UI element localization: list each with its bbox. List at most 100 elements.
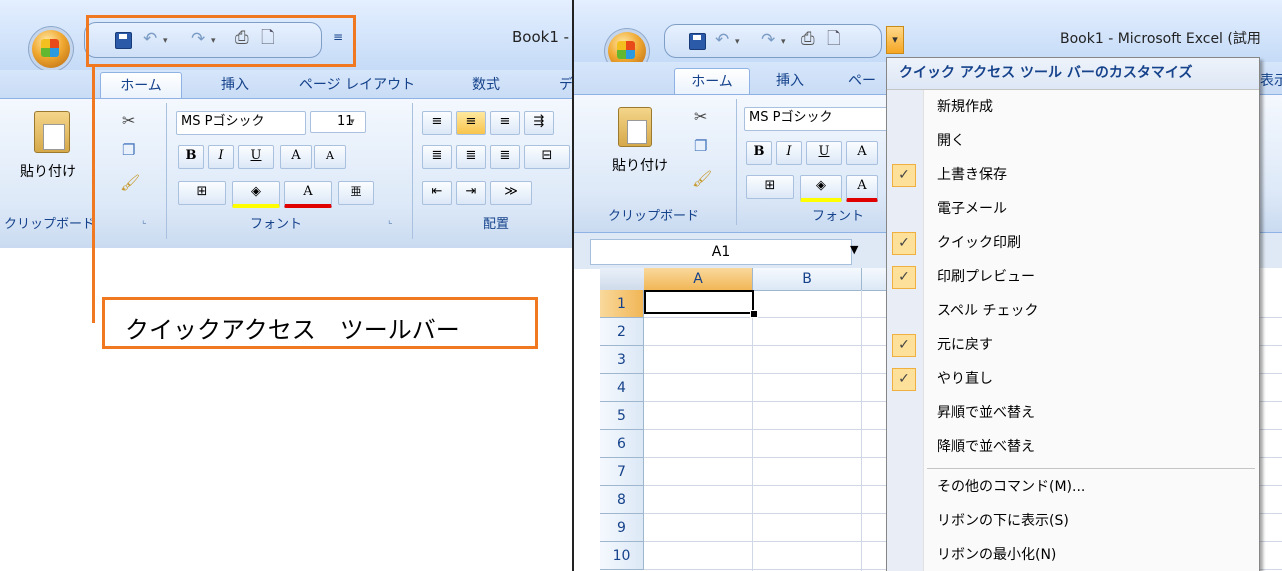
row-header-7[interactable]: 7	[600, 458, 644, 486]
print-preview-icon[interactable]: 🗋	[827, 29, 841, 49]
left-merge-button[interactable]: ⊟	[524, 145, 570, 169]
right-window-title: Book1 - Microsoft Excel (試用	[1060, 31, 1261, 47]
left-decrease-indent-button[interactable]: ⇤	[422, 181, 452, 205]
left-window-title: Book1 -	[512, 28, 570, 46]
right-fill-color-button[interactable]: ◈	[800, 175, 842, 202]
menu-item[interactable]: ✓ 印刷プレビュー	[887, 262, 1259, 292]
menu-item[interactable]: リボンの下に表示(S)	[887, 506, 1259, 536]
left-align-left-button[interactable]: ≣	[422, 145, 452, 169]
column-header-b[interactable]: B	[753, 268, 862, 291]
left-font-size-dropdown-icon[interactable]: ▾	[350, 117, 355, 127]
name-box-dropdown-icon[interactable]: ▼	[850, 243, 858, 256]
menu-item[interactable]: 降順で並べ替え	[887, 432, 1259, 462]
select-all-corner[interactable]	[600, 268, 645, 291]
left-align-middle-button[interactable]: ≡	[456, 111, 486, 135]
undo-dropdown-icon[interactable]: ▾	[735, 37, 740, 47]
left-align-right-button[interactable]: ≣	[490, 145, 520, 169]
menu-item[interactable]: 電子メール	[887, 194, 1259, 224]
undo-icon[interactable]: ↶	[715, 30, 729, 50]
menu-title: クイック アクセス ツール バーのカスタマイズ	[887, 58, 1259, 90]
right-bold-button[interactable]: B	[746, 141, 772, 165]
right-border-button[interactable]: ⊞	[746, 175, 794, 199]
left-grow-font-button[interactable]: A	[280, 145, 312, 169]
menu-item[interactable]: ✓ やり直し	[887, 364, 1259, 394]
left-font-size-select[interactable]: 11	[310, 111, 366, 133]
row-header-6[interactable]: 6	[600, 430, 644, 458]
left-tab-page-layout[interactable]: ページ レイアウト	[292, 72, 422, 98]
right-format-painter-icon[interactable]: 🖌	[692, 169, 712, 188]
left-paste-label[interactable]: 貼り付け	[20, 161, 76, 181]
active-cell-a1[interactable]	[644, 290, 754, 314]
left-phonetic-button[interactable]: 亜	[338, 181, 374, 205]
menu-item[interactable]: ✓ 上書き保存	[887, 160, 1259, 190]
left-underline-button[interactable]: U	[238, 145, 274, 169]
right-underline-button[interactable]: U	[806, 141, 842, 165]
row-header-9[interactable]: 9	[600, 514, 644, 542]
right-copy-icon[interactable]: ❐	[694, 137, 707, 155]
redo-dropdown-icon[interactable]: ▾	[781, 37, 786, 47]
redo-icon[interactable]: ↷	[761, 30, 775, 50]
menu-item[interactable]: 昇順で並べ替え	[887, 398, 1259, 428]
left-bold-button[interactable]: B	[178, 145, 204, 169]
row-header-5[interactable]: 5	[600, 402, 644, 430]
left-tab-home[interactable]: ホーム	[100, 72, 182, 99]
column-header-a[interactable]: A	[644, 268, 753, 291]
left-font-launcher-icon[interactable]: ⌞	[388, 215, 393, 226]
name-box[interactable]: A1	[590, 239, 852, 265]
left-shrink-font-button[interactable]: A	[314, 145, 346, 169]
right-font-name-select[interactable]: MS Pゴシック	[744, 107, 890, 131]
left-font-color-button[interactable]: A	[284, 181, 332, 208]
right-tab-page-layout[interactable]: ペー	[842, 68, 882, 94]
left-clipboard-launcher-icon[interactable]: ⌞	[142, 215, 147, 226]
left-paste-icon[interactable]	[34, 111, 70, 153]
menu-item[interactable]: ✓ 元に戻す	[887, 330, 1259, 360]
menu-item[interactable]: 新規作成	[887, 92, 1259, 122]
office-logo-icon	[617, 41, 635, 59]
row-header-4[interactable]: 4	[600, 374, 644, 402]
left-orientation-button[interactable]: ≫	[490, 181, 532, 205]
left-group-clipboard: クリップボード	[4, 217, 96, 232]
right-grow-font-button[interactable]: A	[846, 141, 878, 165]
row-header-2[interactable]: 2	[600, 318, 644, 346]
fill-handle[interactable]	[750, 310, 758, 318]
left-cut-icon[interactable]: ✂	[122, 111, 135, 130]
row-header-8[interactable]: 8	[600, 486, 644, 514]
menu-item[interactable]: リボンの最小化(N)	[887, 540, 1259, 570]
right-paste-label[interactable]: 貼り付け	[612, 155, 668, 175]
save-icon[interactable]	[689, 33, 706, 50]
left-office-button[interactable]	[32, 30, 70, 68]
menu-item-label: その他のコマンド(M)...	[937, 479, 1086, 495]
left-align-bottom-button[interactable]: ≡	[490, 111, 520, 135]
left-tab-formulas[interactable]: 数式	[456, 72, 516, 98]
menu-item[interactable]: スペル チェック	[887, 296, 1259, 326]
left-increase-indent-button[interactable]: ⇥	[456, 181, 486, 205]
left-border-button[interactable]: ⊞	[178, 181, 226, 205]
menu-item[interactable]: ✓ クイック印刷	[887, 228, 1259, 258]
menu-item[interactable]: 開く	[887, 126, 1259, 156]
menu-item-label: 開く	[937, 133, 965, 149]
row-header-10[interactable]: 10	[600, 542, 644, 570]
left-align-top-button[interactable]: ≡	[422, 111, 452, 135]
right-cut-icon[interactable]: ✂	[694, 107, 707, 126]
left-italic-button[interactable]: I	[208, 145, 234, 169]
right-tab-home[interactable]: ホーム	[674, 68, 750, 95]
right-paste-icon[interactable]	[618, 107, 652, 147]
left-fill-color-button[interactable]: ◈	[232, 181, 280, 208]
right-font-color-button[interactable]: A	[846, 175, 878, 202]
right-group-font: フォント	[811, 209, 864, 224]
right-qat-customize-button[interactable]: ▾	[886, 26, 904, 54]
left-format-painter-icon[interactable]: 🖌	[120, 173, 140, 192]
left-tab-insert[interactable]: 挿入	[200, 72, 270, 98]
left-font-name-select[interactable]: MS Pゴシック	[176, 111, 306, 135]
left-copy-icon[interactable]: ❐	[122, 141, 135, 159]
quick-print-icon[interactable]: ⎙	[801, 29, 815, 49]
row-header-3[interactable]: 3	[600, 346, 644, 374]
menu-item[interactable]: その他のコマンド(M)...	[887, 472, 1259, 502]
menu-item-label: 昇順で並べ替え	[937, 405, 1035, 421]
right-italic-button[interactable]: I	[776, 141, 802, 165]
right-tab-insert[interactable]: 挿入	[760, 68, 820, 94]
row-header-1[interactable]: 1	[600, 290, 644, 318]
menu-item-label: 新規作成	[937, 99, 993, 115]
left-align-center-button[interactable]: ≣	[456, 145, 486, 169]
left-wrap-text-button[interactable]: ⇶	[524, 111, 554, 135]
